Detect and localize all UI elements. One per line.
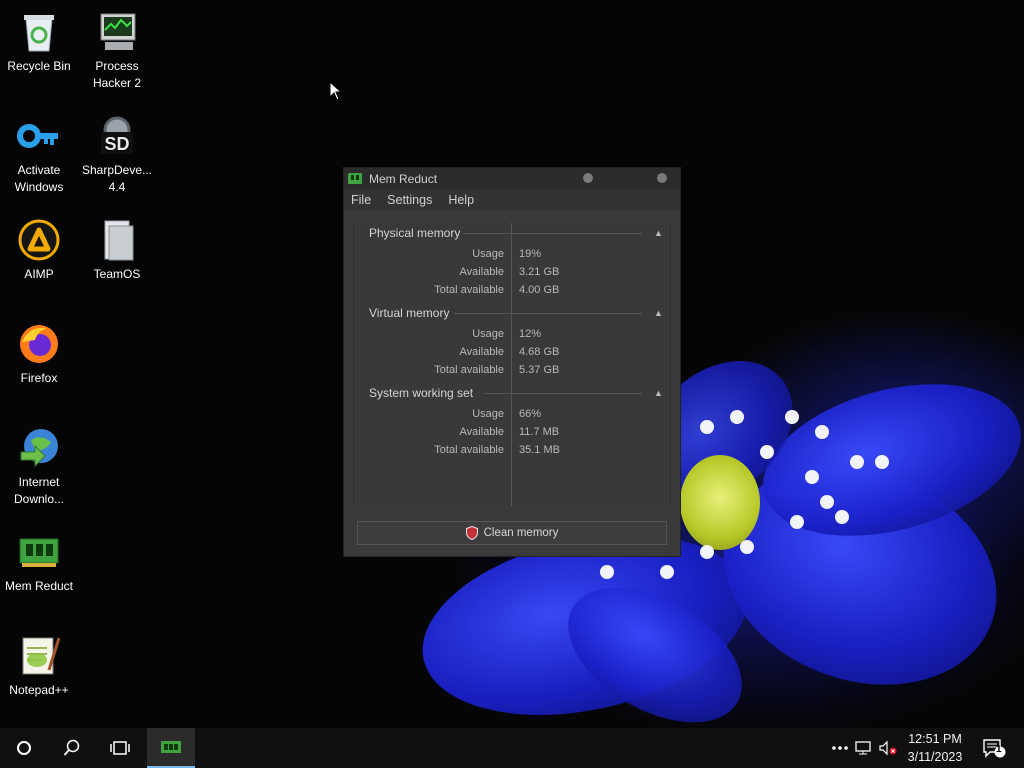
physical-total-value: 4.00 GB bbox=[519, 284, 560, 296]
more-dots-icon bbox=[832, 746, 848, 750]
row-label: Total available bbox=[434, 284, 504, 296]
row-label: Usage bbox=[472, 328, 504, 340]
virtual-total-value: 5.37 GB bbox=[519, 364, 560, 376]
desktop-icon-notepad-plus-plus[interactable]: Notepad++ bbox=[1, 634, 77, 699]
memory-info-panel: Physical memory ▲ Usage 19% Available 3.… bbox=[353, 223, 671, 506]
close-button[interactable] bbox=[657, 173, 667, 183]
desktop-icon-label: Internet Downlo... bbox=[13, 475, 65, 506]
group-title-virtual-memory: Virtual memory bbox=[369, 306, 450, 320]
desktop-icon-internet-download-manager[interactable]: Internet Downlo... bbox=[1, 426, 77, 508]
physical-available-value: 3.21 GB bbox=[519, 266, 560, 278]
desktop-icon-mem-reduct[interactable]: Mem Reduct bbox=[1, 530, 77, 595]
row-label: Available bbox=[459, 266, 504, 278]
task-view-icon bbox=[110, 741, 130, 755]
shield-icon bbox=[465, 526, 478, 540]
desktop-icon-firefox[interactable]: Firefox bbox=[1, 322, 77, 387]
working-set-available-value: 11.7 MB bbox=[519, 426, 560, 438]
working-set-total-value: 35.1 MB bbox=[519, 444, 560, 456]
mem-reduct-icon bbox=[17, 530, 61, 574]
network-button[interactable] bbox=[852, 728, 876, 768]
virtual-usage-value: 12% bbox=[519, 328, 542, 340]
desktop-icon-aimp[interactable]: AIMP bbox=[1, 218, 77, 283]
menu-bar: File Settings Help bbox=[344, 189, 680, 211]
working-set-usage-value: 66% bbox=[519, 408, 542, 420]
firefox-icon bbox=[17, 322, 61, 366]
clean-memory-label: Clean memory bbox=[483, 527, 559, 539]
group-title-physical-memory: Physical memory bbox=[369, 226, 461, 240]
window-title: Mem Reduct bbox=[369, 171, 438, 186]
desktop-icon-teamos[interactable]: TeamOS bbox=[79, 218, 155, 283]
window-titlebar[interactable]: Mem Reduct bbox=[344, 168, 680, 189]
row-label: Usage bbox=[472, 408, 504, 420]
desktop-icon-label: AIMP bbox=[24, 267, 54, 281]
mem-reduct-taskbar-icon bbox=[161, 741, 181, 753]
group-title-system-working-set: System working set bbox=[369, 386, 474, 400]
mem-reduct-window[interactable]: Mem Reduct File Settings Help Physical m… bbox=[343, 167, 681, 557]
recycle-bin-icon bbox=[17, 10, 61, 54]
notification-count: 1 bbox=[996, 744, 1002, 755]
row-label: Available bbox=[459, 346, 504, 358]
svg-text:SD: SD bbox=[104, 134, 129, 154]
task-view-button[interactable] bbox=[96, 728, 144, 768]
desktop-icon-label: Activate Windows bbox=[14, 163, 64, 194]
system-clock[interactable]: 12:51 PM 3/11/2023 bbox=[900, 730, 970, 766]
minimize-button[interactable] bbox=[583, 173, 593, 183]
taskbar-mem-reduct[interactable] bbox=[147, 728, 195, 768]
process-hacker-icon bbox=[95, 10, 139, 54]
network-icon bbox=[855, 741, 871, 755]
desktop-icon-label: TeamOS bbox=[93, 267, 141, 281]
virtual-available-value: 4.68 GB bbox=[519, 346, 560, 358]
desktop-icon-recycle-bin[interactable]: Recycle Bin bbox=[1, 10, 77, 75]
row-label: Total available bbox=[434, 364, 504, 376]
desktop-icon-label: SharpDeve... 4.4 bbox=[81, 163, 153, 194]
collapse-system-working-set-icon[interactable]: ▲ bbox=[654, 389, 664, 398]
internet-download-manager-icon bbox=[17, 426, 61, 470]
teamos-icon bbox=[95, 218, 139, 262]
aimp-icon bbox=[17, 218, 61, 262]
mem-reduct-app-icon bbox=[348, 173, 362, 184]
menu-file[interactable]: File bbox=[351, 193, 371, 207]
row-label: Available bbox=[459, 426, 504, 438]
desktop-icon-label: Process Hacker 2 bbox=[92, 59, 142, 90]
taskbar: 12:51 PM 3/11/2023 1 bbox=[0, 728, 1024, 768]
clean-memory-button[interactable]: Clean memory bbox=[357, 521, 667, 545]
desktop-icon-sharpdevelop[interactable]: SD SharpDeve... 4.4 bbox=[79, 114, 155, 196]
sharpdevelop-icon: SD bbox=[95, 114, 139, 158]
notification-icon bbox=[983, 739, 1006, 758]
desktop-icon-activate-windows[interactable]: Activate Windows bbox=[1, 114, 77, 196]
volume-button[interactable] bbox=[876, 728, 900, 768]
start-circle-icon bbox=[17, 741, 31, 755]
desktop-icon-label: Firefox bbox=[20, 371, 58, 385]
key-icon bbox=[17, 114, 61, 158]
physical-usage-value: 19% bbox=[519, 248, 542, 260]
desktop-icon-label: Notepad++ bbox=[9, 683, 69, 697]
row-label: Total available bbox=[434, 444, 504, 456]
action-center-button[interactable]: 1 bbox=[974, 728, 1014, 768]
collapse-physical-memory-icon[interactable]: ▲ bbox=[654, 229, 664, 238]
clock-date: 3/11/2023 bbox=[907, 750, 963, 764]
desktop-icon-process-hacker[interactable]: Process Hacker 2 bbox=[79, 10, 155, 92]
collapse-virtual-memory-icon[interactable]: ▲ bbox=[654, 309, 664, 318]
desktop-icon-label: Mem Reduct bbox=[4, 579, 74, 593]
menu-help[interactable]: Help bbox=[448, 193, 474, 207]
mouse-cursor-icon bbox=[329, 81, 343, 101]
clock-time: 12:51 PM bbox=[908, 732, 962, 746]
search-button[interactable] bbox=[48, 728, 96, 768]
search-icon bbox=[63, 739, 80, 756]
notepad-plus-plus-icon bbox=[17, 634, 61, 678]
start-button[interactable] bbox=[0, 728, 48, 768]
desktop-icon-label: Recycle Bin bbox=[7, 59, 71, 73]
menu-settings[interactable]: Settings bbox=[387, 193, 432, 207]
row-label: Usage bbox=[472, 248, 504, 260]
volume-muted-icon bbox=[879, 740, 897, 756]
